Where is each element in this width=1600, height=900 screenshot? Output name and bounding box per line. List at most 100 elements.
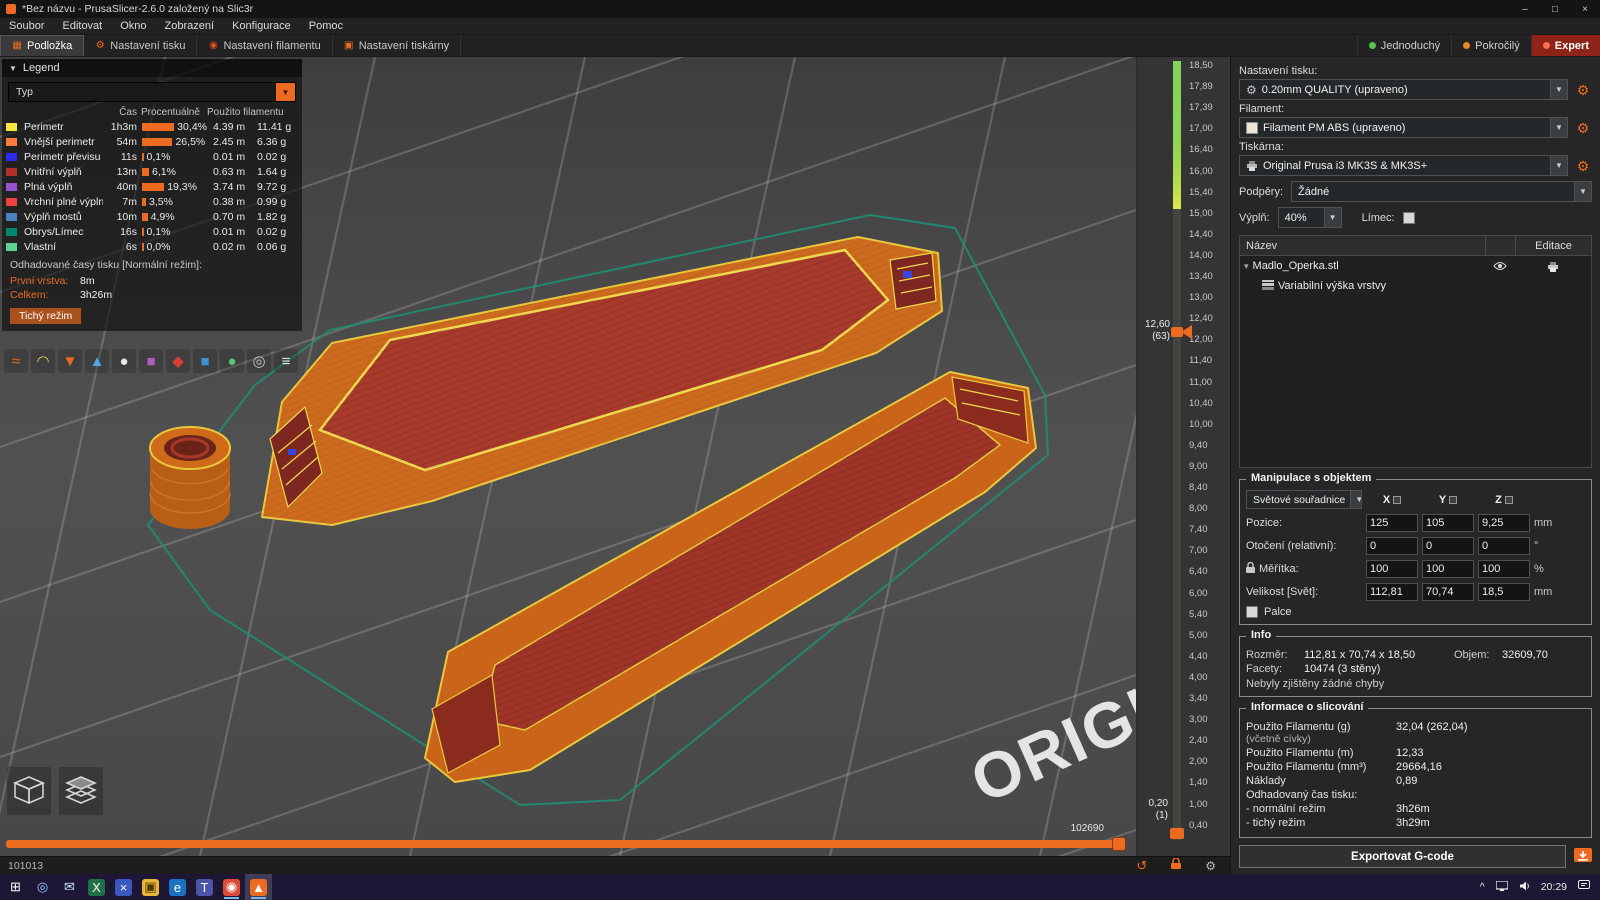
legend-type-dropdown[interactable]: Typ ▼ — [8, 82, 296, 102]
maximize-button[interactable]: □ — [1540, 0, 1570, 18]
legend-row[interactable]: Obrys/Límec 16s 0,1% 0.01 m 0.02 g — [2, 224, 302, 239]
tray-expand-icon[interactable]: ^ — [1480, 881, 1485, 893]
lower-slider-handle[interactable] — [1170, 828, 1184, 839]
prusaslicer-icon[interactable]: ▲ — [245, 874, 272, 900]
menu-item-3[interactable]: Zobrazení — [156, 20, 224, 32]
legend-row[interactable]: Perimetr 1h3m 30,4% 4.39 m 11.41 g — [2, 119, 302, 134]
travel-moves-icon[interactable]: ≈ — [4, 349, 28, 373]
legend-row[interactable]: Perimetr převisu 11s 0,1% 0.01 m 0.02 g — [2, 149, 302, 164]
inches-checkbox[interactable] — [1246, 606, 1258, 618]
supports-dropdown[interactable]: Žádné ▼ — [1291, 181, 1592, 202]
legend-header[interactable]: ▼ Legend — [2, 59, 302, 77]
edit-print-settings-gear-icon[interactable]: ⚙ — [1574, 83, 1592, 97]
printer-dropdown[interactable]: Original Prusa i3 MK3S & MK3S+ ▼ — [1239, 155, 1568, 176]
dropdown-arrow-icon: ▼ — [1550, 118, 1567, 137]
deretractions-icon[interactable]: ▲ — [85, 349, 109, 373]
model-cylinder-part[interactable] — [149, 426, 231, 529]
mode-expert[interactable]: Expert — [1530, 35, 1600, 56]
print-settings-dropdown[interactable]: ⚙ 0.20mm QUALITY (upraveno) ▼ — [1239, 79, 1568, 100]
legend-row[interactable]: Vlastní 6s 0,0% 0.02 m 0.06 g — [2, 239, 302, 254]
brim-checkbox[interactable] — [1402, 211, 1415, 224]
menu-item-4[interactable]: Konfigurace — [223, 20, 300, 32]
3d-viewport[interactable]: ORIGI ▼ Legend Typ ▼ Čas Procentuálně Po… — [0, 57, 1136, 856]
retractions-icon[interactable]: ▼ — [58, 349, 82, 373]
legend-row[interactable]: Vrchní plné výplně 7m 3,5% 0.38 m 0.99 g — [2, 194, 302, 209]
tab-nastaveni-tisku[interactable]: ⚙ Nastavení tisku — [84, 35, 198, 56]
tab-podlozka[interactable]: ▦ Podložka — [0, 35, 85, 56]
feature-label: Obrys/Límec — [24, 225, 84, 238]
position-x-input[interactable] — [1366, 514, 1418, 532]
mode-advanced[interactable]: Pokročilý — [1451, 35, 1531, 56]
start-button[interactable]: ⊞ — [2, 874, 29, 900]
custom-gcodes-icon[interactable]: ● — [220, 349, 244, 373]
minimize-button[interactable]: – — [1510, 0, 1540, 18]
edit-printer-gear-icon[interactable]: ⚙ — [1574, 159, 1592, 173]
infill-dropdown[interactable]: 40% ▼ — [1277, 207, 1342, 228]
move-slider-handle[interactable] — [1112, 837, 1126, 851]
clock[interactable]: 20:29 — [1541, 881, 1567, 893]
menu-item-2[interactable]: Okno — [111, 20, 155, 32]
legend-toggle-icon[interactable]: ≡ — [274, 349, 298, 373]
seams-icon[interactable]: ● — [112, 349, 136, 373]
horizontal-move-slider[interactable] — [6, 840, 1124, 848]
object-list-item[interactable]: ▾ Madlo_Operka.stl — [1240, 256, 1591, 276]
explorer-icon[interactable]: ▣ — [137, 874, 164, 900]
object-editing-icon[interactable] — [1515, 261, 1591, 272]
edge-icon[interactable]: e — [164, 874, 191, 900]
uniform-scale-lock-icon[interactable] — [1246, 561, 1255, 576]
edit-filament-gear-icon[interactable]: ⚙ — [1574, 121, 1592, 135]
filament-dropdown[interactable]: Filament PM ABS (upraveno) ▼ — [1239, 117, 1568, 138]
legend-row[interactable]: Plná výplň 40m 19,3% 3.74 m 9.72 g — [2, 179, 302, 194]
color-changes-icon[interactable]: ◆ — [166, 349, 190, 373]
search-icon[interactable]: ◎ — [29, 874, 56, 900]
menu-item-0[interactable]: Soubor — [0, 20, 53, 32]
size-z-input[interactable] — [1478, 583, 1530, 601]
eye-icon[interactable] — [1485, 261, 1515, 271]
close-button[interactable]: × — [1570, 0, 1600, 18]
display-icon[interactable] — [1495, 879, 1509, 894]
mail-icon[interactable]: ✉ — [56, 874, 83, 900]
scale-x-input[interactable] — [1366, 560, 1418, 578]
undo-icon[interactable]: ↺ — [1136, 858, 1147, 874]
shells-icon[interactable]: ◎ — [247, 349, 271, 373]
rotation-y-input[interactable] — [1422, 537, 1474, 555]
rotation-z-input[interactable] — [1478, 537, 1530, 555]
coordinate-system-dropdown[interactable]: Světové souřadnice ▼ — [1246, 490, 1362, 509]
expand-caret-icon[interactable]: ▾ — [1244, 261, 1249, 272]
xodo-icon[interactable]: × — [110, 874, 137, 900]
legend-row[interactable]: Výplň mostů 10m 4,9% 0.70 m 1.82 g — [2, 209, 302, 224]
scale-z-input[interactable] — [1478, 560, 1530, 578]
tab-nastaveni-filamentu[interactable]: ◉ Nastavení filamentu — [197, 35, 333, 56]
slider-settings-gear-icon[interactable]: ⚙ — [1205, 859, 1216, 873]
layer-slider-track[interactable] — [1173, 61, 1181, 840]
rotation-x-input[interactable] — [1366, 537, 1418, 555]
export-sd-icon[interactable] — [1574, 848, 1592, 865]
position-z-input[interactable] — [1478, 514, 1530, 532]
object-modifier-item[interactable]: Variabilní výška vrstvy — [1240, 276, 1591, 296]
menu-item-1[interactable]: Editovat — [53, 20, 111, 32]
scale-y-input[interactable] — [1422, 560, 1474, 578]
tool-changes-icon[interactable]: ■ — [139, 349, 163, 373]
upper-slider-handle[interactable] — [1181, 325, 1192, 339]
menu-item-5[interactable]: Pomoc — [300, 20, 352, 32]
position-y-input[interactable] — [1422, 514, 1474, 532]
stealth-mode-button[interactable]: Tichý režim — [10, 308, 82, 324]
editor-view-button[interactable] — [6, 766, 52, 816]
size-y-input[interactable] — [1422, 583, 1474, 601]
size-x-input[interactable] — [1366, 583, 1418, 601]
preview-view-button[interactable] — [58, 766, 104, 816]
percent-bar — [142, 137, 173, 146]
lock-slider-icon[interactable] — [1171, 857, 1182, 873]
pause-prints-icon[interactable]: ■ — [193, 349, 217, 373]
volume-icon[interactable] — [1519, 881, 1530, 894]
excel-icon[interactable]: X — [83, 874, 110, 900]
notification-icon[interactable] — [1578, 880, 1590, 894]
tab-nastaveni-tiskarny[interactable]: ▣ Nastavení tiskárny — [333, 35, 462, 56]
legend-row[interactable]: Vnější perimetr 54m 26,5% 2.45 m 6.36 g — [2, 134, 302, 149]
legend-row[interactable]: Vnitřní výplň 13m 6,1% 0.63 m 1.64 g — [2, 164, 302, 179]
wipe-moves-icon[interactable]: ◠ — [31, 349, 55, 373]
teams-icon[interactable]: T — [191, 874, 218, 900]
mode-simple[interactable]: Jednoduchý — [1356, 35, 1451, 56]
chrome-icon[interactable]: ◉ — [218, 874, 245, 900]
export-gcode-button[interactable]: Exportovat G-code — [1239, 845, 1566, 868]
